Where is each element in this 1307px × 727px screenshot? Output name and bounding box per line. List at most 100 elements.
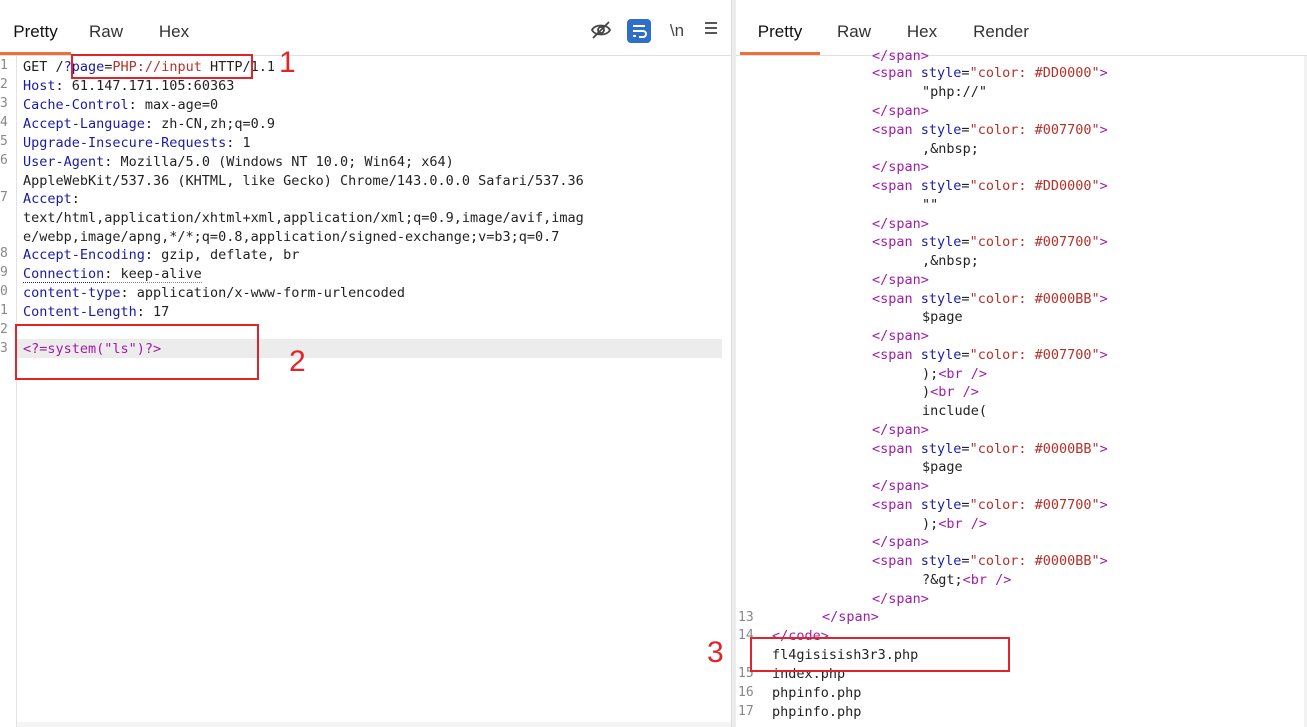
annotation-label-1: 1 (279, 46, 296, 79)
tab-pretty[interactable]: Pretty (0, 0, 71, 55)
tab-pretty-label: Pretty (13, 22, 58, 41)
span-content: "" (922, 197, 939, 213)
tag-name: <span (872, 347, 913, 363)
content-text: ); (922, 366, 939, 382)
span-open-tag: <span style="color: #DD0000"> (872, 177, 1108, 196)
response-viewer[interactable]: </span> <span style="color: #DD0000"> "p… (736, 48, 1307, 727)
tag-name: <span (872, 122, 913, 138)
line-number: 7 (0, 190, 8, 205)
attr-eq: = (961, 65, 970, 81)
response-tab-bar: Pretty Raw Hex Render (736, 0, 1307, 56)
tag-close: > (1099, 291, 1108, 307)
annotation-box-2 (15, 324, 259, 380)
header-accept-encoding: Accept-Encoding: gzip, deflate, br (23, 246, 299, 265)
line-number: 6 (0, 153, 8, 168)
attr-name: style (920, 347, 962, 363)
tag-close: > (1099, 553, 1108, 569)
tab-raw[interactable]: Raw (80, 0, 132, 55)
tab-render-label: Render (973, 22, 1029, 41)
header-value: : keep-alive (104, 266, 202, 283)
span-content: );<br /> (922, 515, 987, 534)
attr-eq: = (961, 441, 970, 457)
code-line: </span> (822, 609, 879, 625)
tag-close: > (1099, 65, 1108, 81)
tag-name: <span (872, 441, 913, 457)
attr-name: style (920, 65, 962, 81)
span-open-tag: <span style="color: #0000BB"> (872, 290, 1108, 309)
output-line: phpinfo.php (772, 704, 862, 720)
header-cache-control: Cache-Control: max-age=0 (23, 96, 218, 115)
tab-pretty[interactable]: Pretty (740, 0, 820, 55)
span-close-tag: </span> (872, 591, 929, 607)
tag-close: > (1099, 347, 1108, 363)
attr-value: "color: #0000BB" (969, 291, 1100, 307)
line-number: 3 (0, 96, 8, 111)
tab-render[interactable]: Render (966, 0, 1036, 55)
header-name: Connection (23, 266, 105, 283)
header-content-length: Content-Length: 17 (23, 303, 169, 322)
tab-hex-label: Hex (906, 22, 938, 41)
header-upgrade-insecure: Upgrade-Insecure-Requests: 1 (23, 134, 251, 153)
attr-eq: = (961, 291, 970, 307)
tag-close: > (1099, 497, 1108, 513)
eye-off-icon[interactable] (589, 19, 613, 43)
tag-close: > (1099, 441, 1108, 457)
tab-raw-label: Raw (836, 22, 871, 41)
header-host: Host: 61.147.171.105:60363 (23, 77, 234, 96)
annotation-label-3: 3 (707, 636, 724, 669)
header-value: : zh-CN,zh;q=0.9 (144, 116, 275, 132)
active-tab-underline (0, 52, 71, 55)
attr-value: "color: #007700" (969, 234, 1100, 250)
attr-name: style (920, 291, 962, 307)
span-close-tag: </span> (872, 216, 929, 232)
header-user-agent: User-Agent: Mozilla/5.0 (Windows NT 10.0… (23, 153, 454, 172)
attr-name: style (920, 441, 962, 457)
span-open-tag: <span style="color: #0000BB"> (872, 440, 1108, 459)
tab-hex[interactable]: Hex (150, 0, 198, 55)
header-name: content-type (23, 285, 121, 301)
span-close-tag: </span> (872, 272, 929, 288)
line-number: 8 (0, 246, 8, 261)
menu-icon[interactable] (700, 19, 722, 43)
attr-name: style (920, 234, 962, 250)
tag-name: <span (872, 291, 913, 307)
attr-name: style (920, 178, 962, 194)
tag-name: <span (872, 178, 913, 194)
span-close-tag: </span> (872, 534, 929, 550)
header-name: Upgrade-Insecure-Requests (23, 135, 227, 151)
content-text: ); (922, 516, 939, 532)
line-number: 17 (738, 704, 754, 719)
newline-toggle-button[interactable]: \n (664, 19, 690, 43)
line-number: 2 (0, 77, 8, 92)
line-number: 13 (738, 610, 754, 625)
attr-value: "color: #0000BB" (969, 553, 1100, 569)
line-number: 16 (738, 685, 754, 700)
attr-eq: = (961, 347, 970, 363)
span-content: "php://" (922, 84, 988, 100)
header-name: Accept-Language (23, 116, 145, 132)
br-tag: <br /> (938, 516, 988, 532)
tag-name: <span (872, 553, 913, 569)
horizontal-scrollbar[interactable] (17, 722, 731, 727)
attr-eq: = (961, 178, 970, 194)
br-tag: <br /> (930, 384, 979, 400)
wrap-lines-icon[interactable] (627, 19, 651, 43)
attr-value: "color: #007700" (969, 347, 1100, 363)
line-number: 5 (0, 134, 8, 149)
tag-name: <span (872, 234, 913, 250)
content-text: ?&gt; (922, 572, 963, 588)
annotation-box-1 (71, 54, 253, 79)
span-close-tag: </span> (872, 422, 929, 438)
header-connection: Connection: keep-alive (23, 265, 202, 284)
request-editor[interactable]: 1 2 3 4 5 6 7 8 9 0 1 2 3 GET /?page=PHP… (0, 56, 731, 727)
span-open-tag: <span style="color: #0000BB"> (872, 552, 1108, 571)
attr-name: style (920, 122, 962, 138)
span-open-tag: <span style="color: #007700"> (872, 346, 1108, 365)
attr-name: style (920, 497, 962, 513)
span-open-tag: <span style="color: #007700"> (872, 233, 1108, 252)
span-content: ?&gt;<br /> (922, 571, 1011, 590)
response-pane: Pretty Raw Hex Render </span> <span styl… (736, 0, 1307, 727)
request-method: GET / (23, 59, 64, 75)
line-number: 3 (0, 341, 8, 356)
header-name: Cache-Control (23, 97, 129, 113)
